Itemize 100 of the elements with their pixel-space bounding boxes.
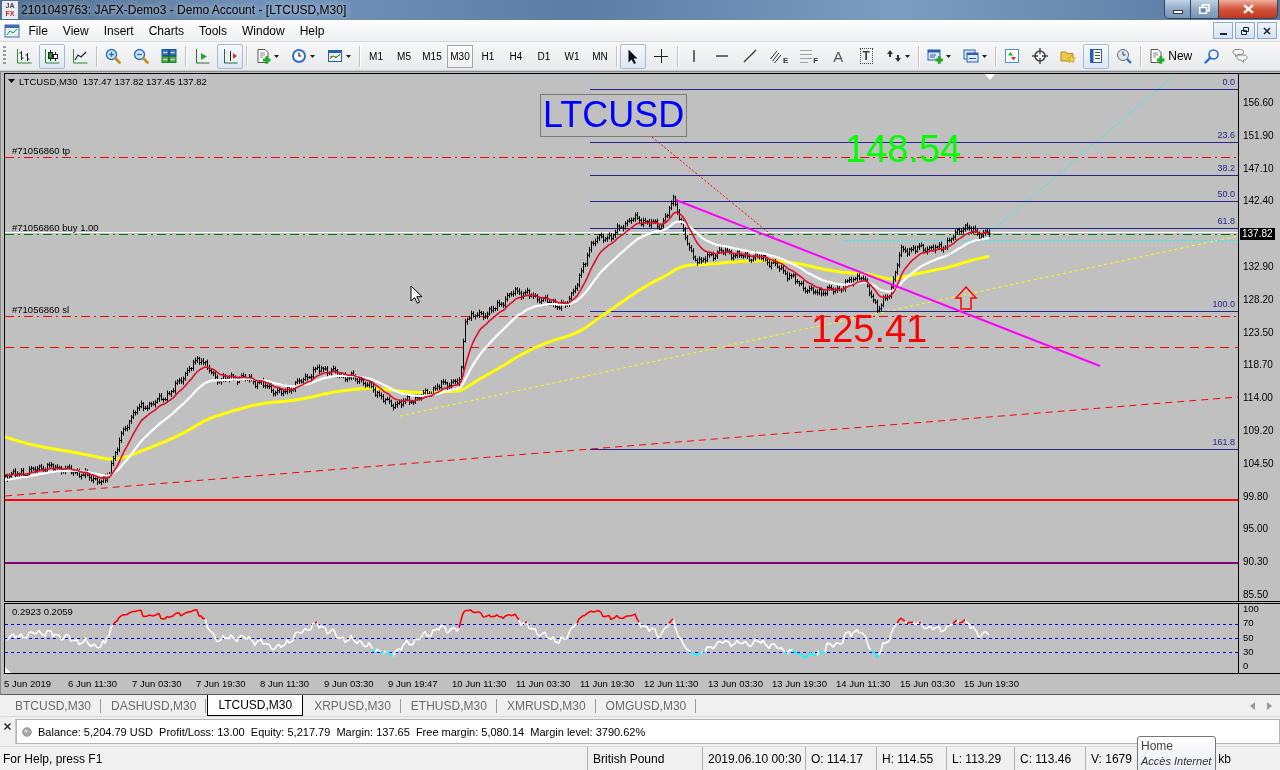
close-button[interactable] bbox=[1257, 22, 1277, 39]
time-label: 10 Jun 11:30 bbox=[452, 677, 508, 690]
arrows-icon bbox=[886, 48, 903, 64]
price-label: 132.90 bbox=[1242, 261, 1274, 273]
timeframe-button[interactable]: MN bbox=[587, 44, 613, 68]
menu-item[interactable]: Charts bbox=[141, 23, 192, 38]
arrow-marker bbox=[954, 285, 978, 310]
close-button[interactable] bbox=[3, 722, 12, 731]
timeframe-button[interactable]: M1 bbox=[363, 44, 389, 68]
fibonacci-level-label: 38.2 bbox=[1217, 163, 1235, 174]
chart-annotation: LTCUSD bbox=[540, 94, 688, 137]
status-text: L: 113.29 bbox=[952, 751, 1002, 766]
menu-item[interactable]: Tools bbox=[191, 23, 235, 38]
timeframe-button[interactable]: W1 bbox=[559, 44, 585, 68]
menu-item[interactable]: Insert bbox=[96, 23, 142, 38]
caret-icon[interactable] bbox=[8, 79, 15, 83]
minimize-icon bbox=[1172, 10, 1183, 14]
fibonacci-level-label: 161.8 bbox=[1212, 437, 1235, 448]
restore-icon bbox=[1199, 4, 1210, 14]
scale-label: 50 bbox=[1242, 632, 1254, 643]
timeframe-button[interactable]: H4 bbox=[503, 44, 529, 68]
window-title: 2101049763: JAFX-Demo3 - Demo Account - [LTCUSD,M30] bbox=[21, 3, 347, 17]
account-summary-text: Balance: 5,204.79 USD Profit/Loss: 13.00 Equity: 5,217.79 Margin: 137.65 Free margin: 5,080.14 Margin level: 3790.62% bbox=[38, 725, 646, 738]
restore-icon bbox=[1240, 25, 1250, 36]
price-label: 142.40 bbox=[1242, 195, 1274, 208]
data-window-button[interactable] bbox=[1083, 43, 1110, 69]
timeframe-button[interactable]: D1 bbox=[531, 44, 557, 68]
timeframe-button[interactable]: M30 bbox=[447, 44, 473, 68]
minimize-button[interactable] bbox=[1164, 0, 1191, 19]
price-label: 156.60 bbox=[1242, 97, 1274, 109]
time-label: 15 Jun 19:30 bbox=[964, 677, 1020, 690]
fibonacci-level-label: 61.8 bbox=[1217, 216, 1235, 227]
fibonacci-level-label: 0.0 bbox=[1222, 77, 1235, 88]
fibonacci-level-label: 23.6 bbox=[1217, 130, 1235, 141]
time-label: 11 Jun 19:30 bbox=[580, 677, 636, 690]
time-label: 8 Jun 11:30 bbox=[260, 677, 310, 690]
price-label: 123.50 bbox=[1242, 326, 1274, 339]
chart-shift-button[interactable] bbox=[217, 43, 243, 69]
order-label: #71056860 tp bbox=[12, 145, 71, 156]
close-icon bbox=[1262, 25, 1272, 36]
corner-triangle-icon bbox=[5, 667, 11, 673]
status-text: For Help, press F1 bbox=[3, 751, 103, 766]
time-label: 13 Jun 19:30 bbox=[772, 677, 828, 690]
price-label: 118.70 bbox=[1242, 359, 1273, 372]
timeframe-button[interactable]: M15 bbox=[419, 44, 445, 68]
minimize-icon bbox=[1219, 32, 1227, 35]
fibonacci-level-label: 100.0 bbox=[1212, 299, 1235, 310]
time-label: 12 Jun 11:30 bbox=[644, 677, 700, 690]
time-label: 7 Jun 03:30 bbox=[132, 677, 183, 690]
price-label: 90.30 bbox=[1242, 556, 1269, 569]
text-button[interactable]: A bbox=[825, 43, 852, 69]
new-order-button[interactable]: New bbox=[1144, 43, 1198, 69]
restore-button[interactable] bbox=[1235, 22, 1255, 39]
scale-label: 0 bbox=[1242, 661, 1249, 671]
menu-item[interactable]: Help bbox=[292, 23, 332, 38]
channel-button[interactable]: E bbox=[765, 43, 794, 69]
status-text: British Pound bbox=[593, 751, 665, 766]
chart-annotation: 125.41 bbox=[811, 309, 928, 349]
clock-icon bbox=[291, 48, 307, 64]
status-text: 2019.06.10 00:30 bbox=[708, 751, 802, 766]
price-label: 147.10 bbox=[1242, 162, 1274, 175]
current-price-label: 137.82 bbox=[1240, 228, 1275, 241]
timeframe-button[interactable]: H1 bbox=[475, 44, 501, 68]
time-label: 5 Jun 2019 bbox=[4, 677, 52, 690]
timeframe-button[interactable]: M5 bbox=[391, 44, 417, 68]
price-label: 95.00 bbox=[1242, 523, 1269, 536]
time-label: 7 Jun 19:30 bbox=[196, 677, 247, 690]
pointer-icon bbox=[410, 285, 422, 304]
close-icon bbox=[1242, 4, 1254, 14]
windows-icon bbox=[963, 48, 980, 64]
time-label: 13 Jun 03:30 bbox=[708, 677, 764, 690]
fibonacci-level-label: 50.0 bbox=[1217, 189, 1235, 200]
close-button[interactable] bbox=[1219, 0, 1278, 19]
scale-label: 30 bbox=[1242, 646, 1254, 657]
menu-item[interactable]: File bbox=[21, 23, 56, 38]
shift-marker-icon[interactable] bbox=[985, 74, 995, 80]
tooltip-text: Accès Internet bbox=[1141, 754, 1212, 769]
new-chart-icon bbox=[255, 48, 271, 64]
status-text: H: 114.55 bbox=[882, 751, 934, 766]
chart-tab[interactable]: LTCUSD,M30 bbox=[207, 695, 304, 716]
minimize-button[interactable] bbox=[1213, 22, 1233, 39]
status-text: O: 114.17 bbox=[811, 751, 863, 766]
menu-item[interactable]: View bbox=[55, 23, 97, 38]
indicator-values: 0.2923 0.2059 bbox=[12, 606, 73, 617]
order-label: #71056860 sl bbox=[12, 304, 70, 315]
price-label: 128.20 bbox=[1242, 293, 1274, 306]
price-label: 85.50 bbox=[1242, 588, 1269, 601]
price-label: 99.80 bbox=[1242, 490, 1269, 503]
cursor-button[interactable] bbox=[620, 43, 646, 69]
scale-label: 70 bbox=[1242, 618, 1254, 629]
restore-button[interactable] bbox=[1191, 0, 1219, 19]
price-label: 104.50 bbox=[1242, 457, 1274, 470]
chart-window-icon bbox=[4, 22, 20, 39]
price-label: 114.00 bbox=[1242, 392, 1273, 405]
fibonacci-button[interactable]: F bbox=[795, 43, 824, 69]
text-label-button[interactable]: T bbox=[853, 43, 880, 69]
status-dot-icon bbox=[22, 726, 32, 737]
candlestick-button[interactable] bbox=[39, 43, 65, 69]
menu-item[interactable]: Window bbox=[234, 23, 293, 38]
chart-header: LTCUSD,M30 137.47 137.82 137.45 137.82 bbox=[19, 76, 207, 87]
